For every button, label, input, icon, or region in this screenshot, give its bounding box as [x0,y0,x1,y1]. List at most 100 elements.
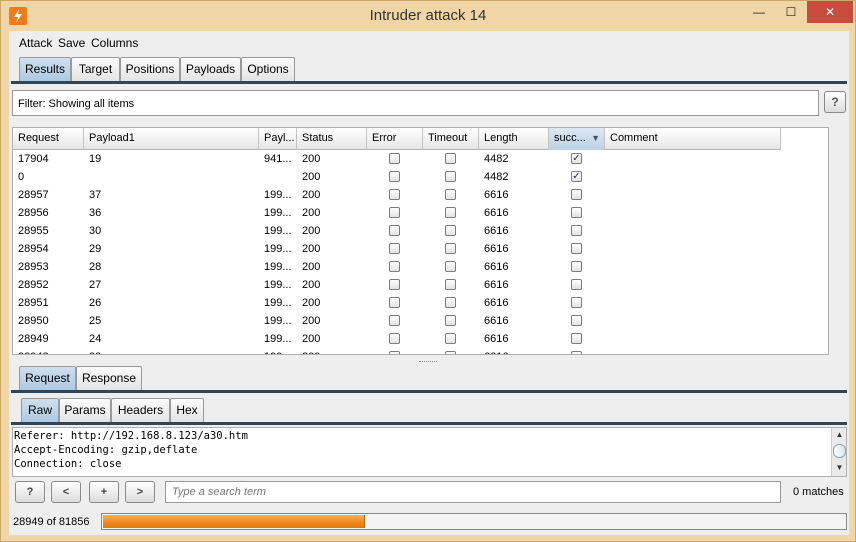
success-checkbox [571,279,582,290]
editor-scroll-thumb[interactable] [833,444,846,458]
close-button[interactable]: ✕ [807,1,853,23]
editor-scroll-up-icon[interactable]: ▲ [832,428,846,442]
cell-status: 200 [302,225,321,237]
cell-payload2: 199... [264,225,292,237]
column-header-length[interactable]: Length [479,128,549,150]
cell-payload1 [84,168,259,186]
maximize-button[interactable]: ☐ [777,1,805,23]
cell-payload2: 199... [264,207,292,219]
table-row[interactable]: 28949 24 199... 200 6616 [13,330,781,348]
cell-payload1: 27 [89,279,102,291]
title-bar[interactable]: Intruder attack 14 — ☐ ✕ [1,1,855,31]
cell-length: 6616 [484,189,509,201]
search-previous-button[interactable]: < [51,481,81,503]
minimize-button[interactable]: — [745,1,773,23]
tab-payloads[interactable]: Payloads [180,57,241,81]
request-line: Accept-Encoding: gzip,deflate [14,444,198,456]
column-header-error[interactable]: Error [367,128,423,150]
view-tab-divider [11,422,847,425]
column-header-status[interactable]: Status [297,128,367,150]
timeout-checkbox [445,189,456,200]
cell-length: 6616 [484,297,509,309]
cell-payload2: 941... [264,153,292,165]
cell-payload1: 36 [89,207,102,219]
search-input[interactable] [165,481,781,503]
tab-request[interactable]: Request [19,366,76,390]
pane-splitter[interactable] [9,359,849,365]
cell-comment [605,186,781,204]
column-header-success[interactable]: succ... ▼ [549,128,605,150]
cell-length: 6616 [484,261,509,273]
cell-length: 6616 [484,333,509,345]
cell-request: 28957 [18,189,49,201]
search-next-button[interactable]: > [125,481,155,503]
cell-comment [605,312,781,330]
tab-target[interactable]: Target [71,57,120,81]
progress-bar-fill [103,515,365,528]
table-row[interactable]: 28957 37 199... 200 6616 [13,186,781,204]
tab-results[interactable]: Results [19,57,71,81]
cell-payload1: 37 [89,189,102,201]
cell-payload1: 30 [89,225,102,237]
request-editor[interactable]: Referer: http://192.168.8.123/a30.htm Acc… [12,427,847,477]
cell-payload2: 199... [264,333,292,345]
column-header-payload1[interactable]: Payload1 [84,128,259,150]
tab-options[interactable]: Options [241,57,295,81]
error-checkbox [389,189,400,200]
error-checkbox [389,351,400,354]
tab-response[interactable]: Response [76,366,142,390]
cell-comment [605,330,781,348]
cell-request: 28956 [18,207,49,219]
timeout-checkbox [445,279,456,290]
cell-length: 4482 [484,153,509,165]
filter-help-button[interactable]: ? [824,91,846,113]
error-checkbox [389,261,400,272]
table-body: 17904 19 941... 200 4482 ✓ 0 200 4482 ✓ 28957 37 199… [13,150,828,354]
table-row[interactable]: 17904 19 941... 200 4482 ✓ [13,150,781,168]
editor-scroll-down-icon[interactable]: ▼ [832,461,846,475]
cell-payload2: 199... [259,348,297,354]
table-row[interactable]: 28955 30 199... 200 6616 [13,222,781,240]
tab-headers[interactable]: Headers [111,398,170,422]
menu-columns[interactable]: Columns [91,36,138,50]
timeout-checkbox [445,351,456,354]
table-row[interactable]: 28954 29 199... 200 6616 [13,240,781,258]
filter-bar[interactable]: Filter: Showing all items [12,90,819,116]
timeout-checkbox [445,225,456,236]
tab-positions[interactable]: Positions [120,57,180,81]
search-help-button[interactable]: ? [15,481,45,503]
error-checkbox [389,279,400,290]
table-row[interactable]: 28956 36 199... 200 6616 [13,204,781,222]
menu-attack[interactable]: Attack [19,36,52,50]
column-header-payload2[interactable]: Payl... [259,128,297,150]
table-row[interactable]: 28951 26 199... 200 6616 [13,294,781,312]
column-header-request[interactable]: Request [13,128,84,150]
column-header-timeout[interactable]: Timeout [423,128,479,150]
timeout-checkbox [445,171,456,182]
tab-raw[interactable]: Raw [21,398,59,422]
success-checkbox [571,225,582,236]
column-header-comment[interactable]: Comment [605,128,781,150]
view-tabs: Raw Params Headers Hex [21,398,847,422]
table-row[interactable]: 0 200 4482 ✓ [13,168,781,186]
error-checkbox [389,315,400,326]
cell-comment [605,294,781,312]
tab-hex[interactable]: Hex [170,398,204,422]
menu-save[interactable]: Save [58,36,85,50]
cell-length: 6616 [484,315,509,327]
table-row[interactable]: 28953 28 199... 200 6616 [13,258,781,276]
request-text[interactable]: Referer: http://192.168.8.123/a30.htm Acc… [13,428,248,471]
intruder-window: Intruder attack 14 — ☐ ✕ Attack Save Col… [0,0,856,542]
table-row[interactable]: 28950 25 199... 200 6616 [13,312,781,330]
table-row[interactable]: 28952 27 199... 200 6616 [13,276,781,294]
tab-params[interactable]: Params [59,398,111,422]
cell-status: 200 [302,153,321,165]
request-line: Referer: http://192.168.8.123/a30.htm [14,430,248,442]
cell-status: 200 [302,189,321,201]
cell-payload2 [259,168,297,186]
search-add-button[interactable]: + [89,481,119,503]
editor-scrollbar[interactable]: ▲ ▼ [831,428,846,476]
table-row[interactable]: 2894823199...200 6616 [13,348,781,354]
cell-request: 28955 [18,225,49,237]
cell-status: 200 [302,207,321,219]
